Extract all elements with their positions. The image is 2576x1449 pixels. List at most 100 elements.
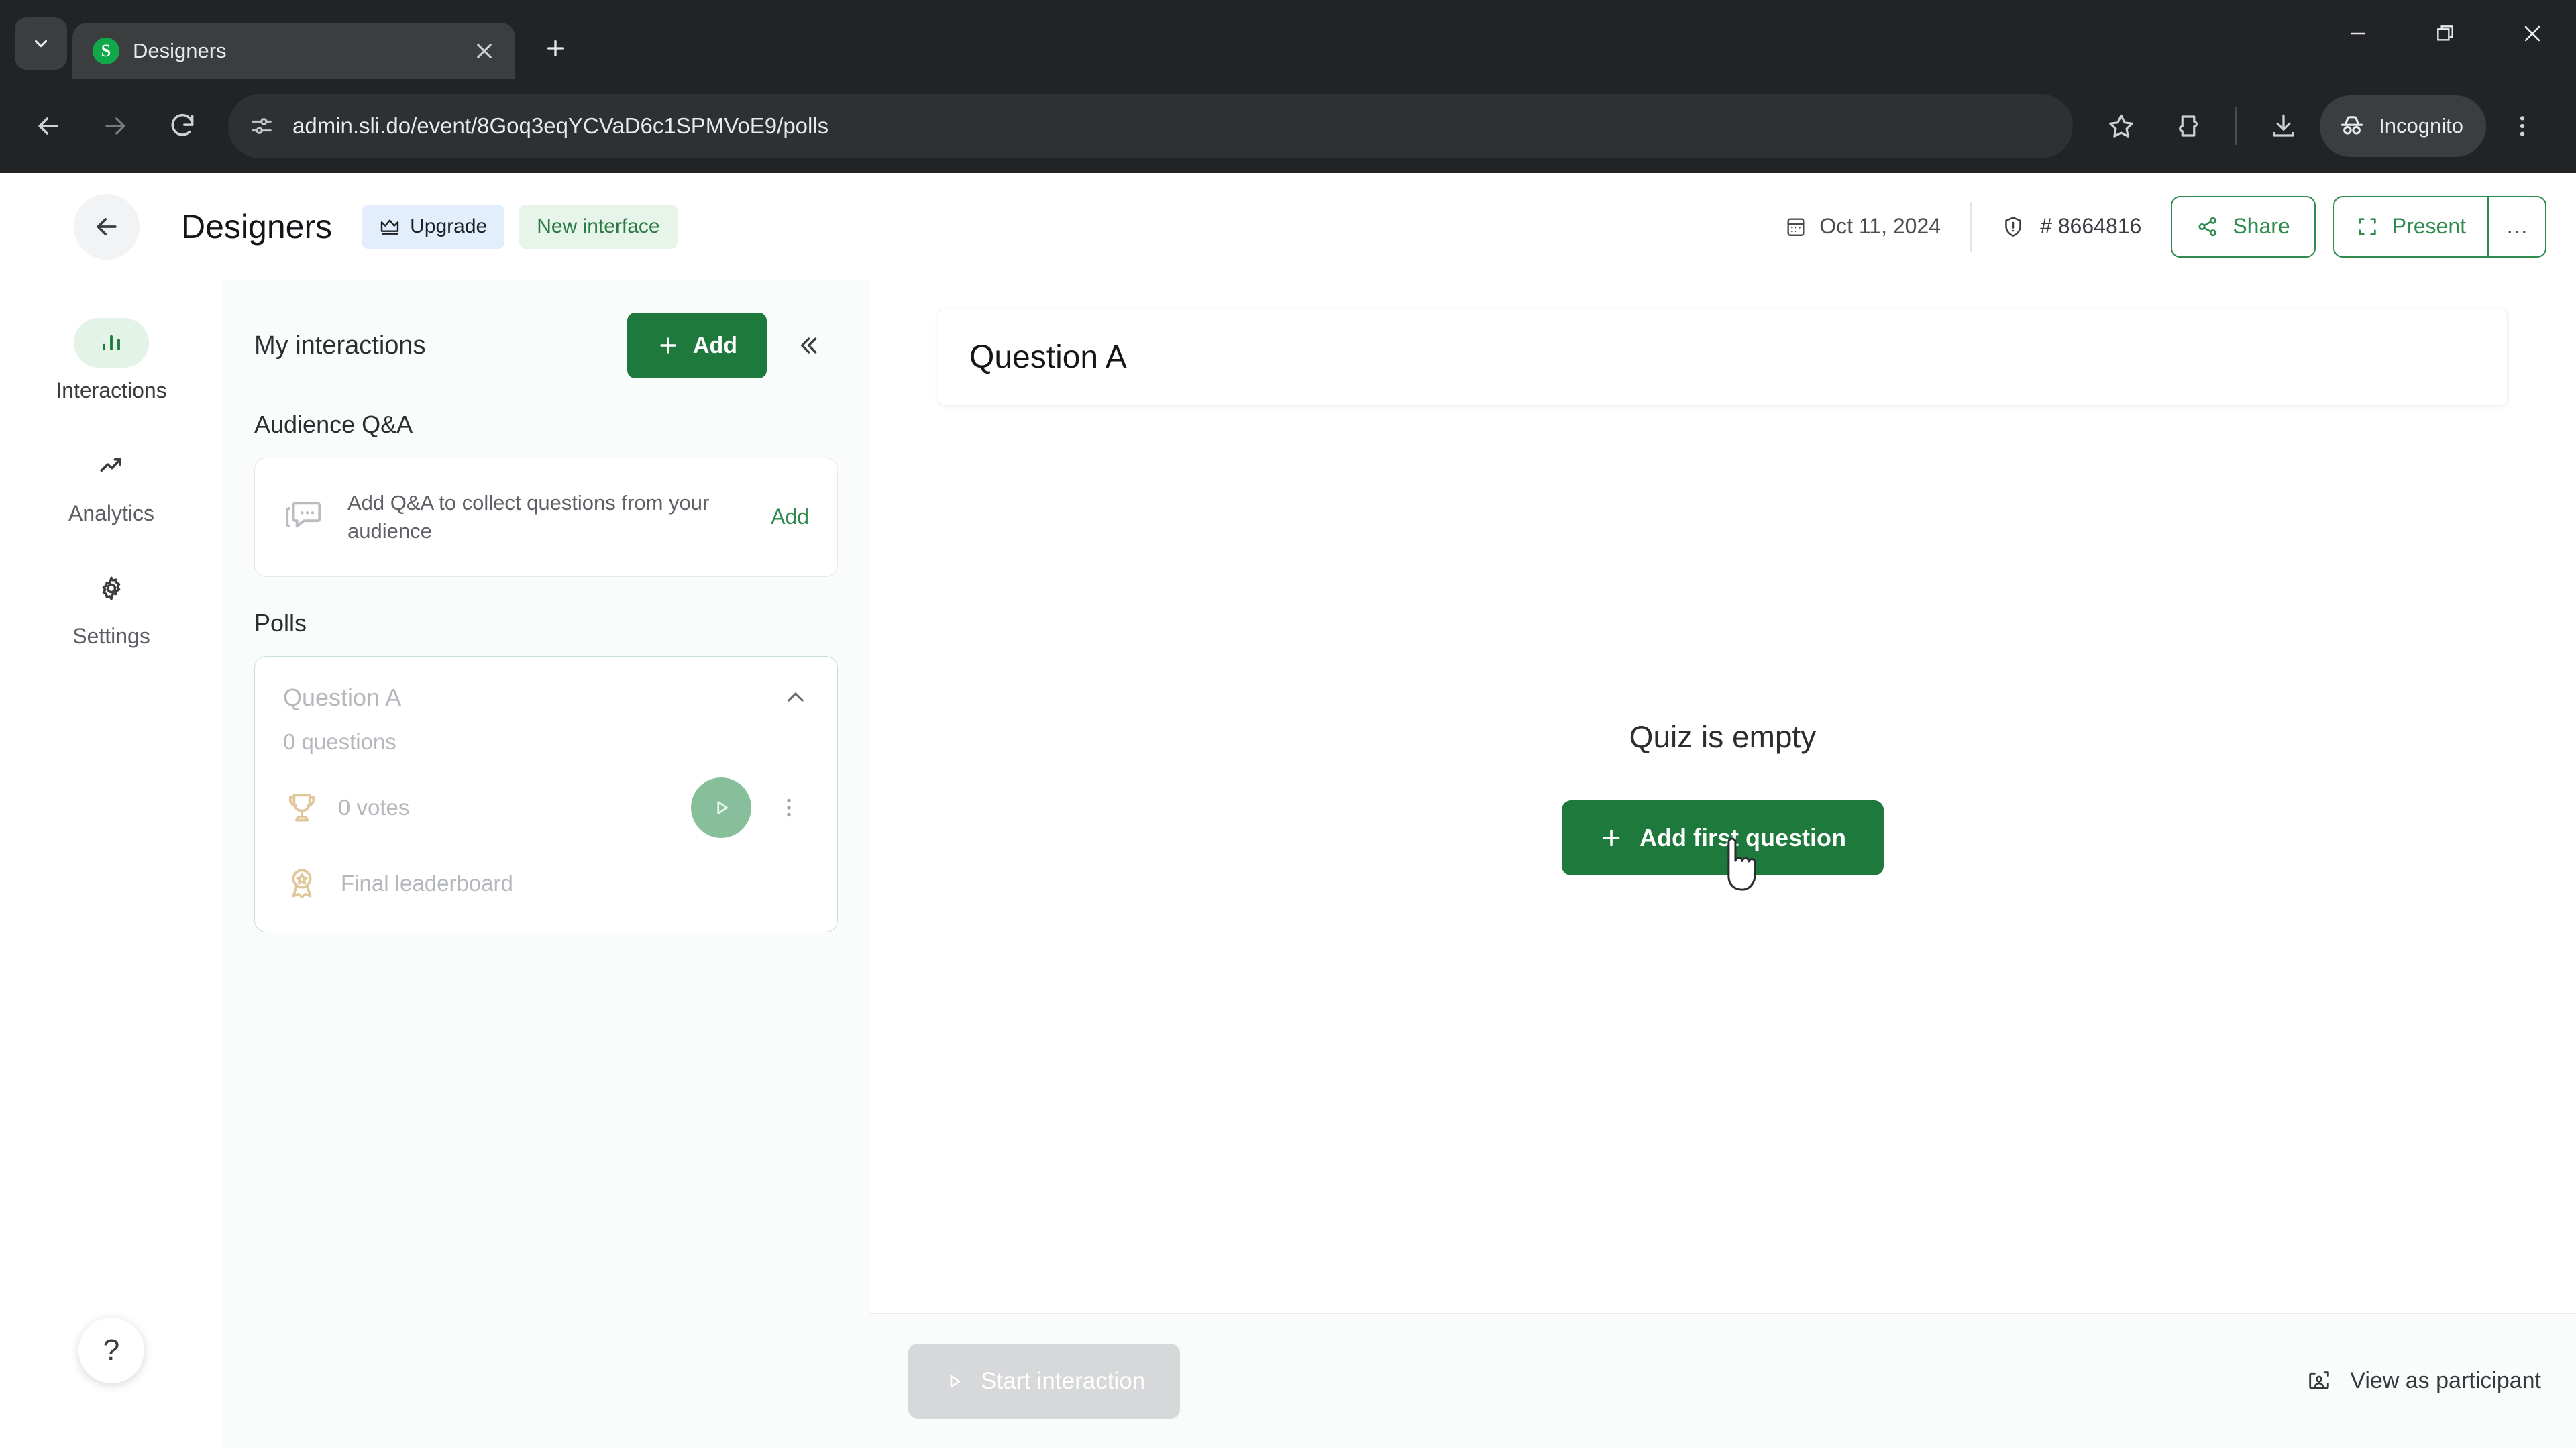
browser-chrome: S Designers admin.sli.do/event/8Goq3eqYC…: [0, 0, 2576, 173]
sidebar-item-label: Settings: [72, 624, 150, 648]
forward-arrow-icon[interactable]: [85, 95, 146, 157]
window-close-icon[interactable]: [2489, 0, 2576, 67]
chevron-up-icon[interactable]: [782, 684, 809, 710]
audience-qa-description: Add Q&A to collect questions from your a…: [347, 491, 710, 543]
left-nav-rail: Interactions Analytics Settings ?: [0, 280, 223, 1448]
sidebar-item-interactions[interactable]: Interactions: [0, 318, 223, 403]
event-code[interactable]: # 8664816: [2001, 214, 2141, 239]
award-medal-icon: [283, 865, 321, 902]
sidebar-item-label: Analytics: [68, 501, 155, 525]
view-as-participant-label: View as participant: [2350, 1368, 2541, 1393]
close-icon[interactable]: [468, 35, 500, 67]
app-header: Designers Upgrade New interface Oct 11, …: [0, 173, 2576, 280]
extensions-icon[interactable]: [2157, 95, 2219, 157]
gear-icon: [74, 564, 149, 613]
browser-toolbar: admin.sli.do/event/8Goq3eqYCVaD6c1SPMVoE…: [0, 79, 2576, 173]
add-interaction-button[interactable]: Add: [627, 313, 767, 378]
event-code-label: # 8664816: [2040, 214, 2142, 238]
add-label: Add: [692, 332, 737, 358]
poll-card-header: Question A: [283, 684, 809, 712]
poll-question-count: 0 questions: [283, 729, 396, 754]
event-date-label: Oct 11, 2024: [1819, 214, 1941, 238]
crown-icon: [379, 216, 400, 237]
reload-icon[interactable]: [152, 95, 213, 157]
chat-bubbles-icon: [283, 496, 325, 538]
browser-tab[interactable]: S Designers: [72, 23, 515, 79]
add-first-question-label: Add first question: [1640, 824, 1846, 851]
header-divider: [1970, 201, 1972, 252]
url-text: admin.sli.do/event/8Goq3eqYCVaD6c1SPMVoE…: [292, 113, 829, 138]
interactions-panel: My interactions Add Audience Q&A Add Q&A…: [223, 280, 869, 1448]
info-shield-icon: [2001, 215, 2025, 239]
section-label-audience-qa: Audience Q&A: [254, 411, 413, 438]
tab-strip: S Designers: [0, 0, 2576, 79]
calendar-icon: [1784, 215, 1807, 238]
audience-qa-add-button[interactable]: Add: [771, 504, 809, 529]
participant-view-icon: [2306, 1368, 2332, 1395]
help-button[interactable]: ?: [78, 1318, 144, 1383]
back-arrow-icon[interactable]: [17, 95, 79, 157]
question-title-card[interactable]: Question A: [938, 309, 2508, 406]
audience-qa-card[interactable]: Add Q&A to collect questions from your a…: [254, 458, 838, 577]
maximize-icon[interactable]: [2402, 0, 2489, 67]
section-label-polls: Polls: [254, 608, 307, 637]
poll-play-button[interactable]: [691, 777, 751, 838]
tab-search-button[interactable]: [15, 17, 67, 70]
new-tab-icon[interactable]: [531, 24, 580, 72]
address-bar[interactable]: admin.sli.do/event/8Goq3eqYCVaD6c1SPMVoE…: [228, 94, 2074, 158]
tab-favicon-slido: S: [93, 38, 119, 64]
poll-more-options-icon[interactable]: [769, 796, 809, 820]
sidebar-item-analytics[interactable]: Analytics: [0, 441, 223, 526]
poll-votes-row: 0 votes: [283, 777, 809, 838]
upgrade-button[interactable]: Upgrade: [362, 204, 505, 249]
main-footer-bar: Start interaction View as participant: [869, 1313, 2576, 1448]
present-button[interactable]: Present: [2334, 197, 2487, 256]
fullscreen-icon: [2356, 215, 2379, 238]
page-title: Designers: [181, 207, 333, 246]
incognito-icon: [2337, 111, 2367, 141]
minimize-icon[interactable]: [2314, 0, 2402, 67]
poll-leaderboard-row[interactable]: Final leaderboard: [283, 865, 809, 902]
poll-name: Question A: [283, 683, 402, 711]
sidebar-item-label: Interactions: [56, 378, 167, 402]
present-label: Present: [2392, 214, 2466, 238]
sidebar-item-settings[interactable]: Settings: [0, 564, 223, 649]
question-title: Question A: [969, 339, 1127, 375]
view-as-participant-button[interactable]: View as participant: [2306, 1368, 2541, 1395]
main-content: Question A Quiz is empty Add first quest…: [869, 280, 2576, 1448]
collapse-panel-button[interactable]: [777, 315, 838, 376]
window-controls: [2314, 0, 2576, 67]
profile-label: Incognito: [2379, 114, 2463, 138]
star-icon[interactable]: [2090, 95, 2152, 157]
new-interface-badge[interactable]: New interface: [519, 204, 678, 249]
share-button[interactable]: Share: [2171, 195, 2316, 258]
play-icon: [943, 1371, 965, 1392]
bar-chart-icon: [74, 318, 149, 368]
profile-incognito-button[interactable]: Incognito: [2320, 95, 2486, 157]
poll-leaderboard-label: Final leaderboard: [341, 870, 513, 896]
upgrade-label: Upgrade: [410, 215, 488, 237]
empty-state: Quiz is empty Add first question: [869, 718, 2576, 891]
three-dot-menu-icon[interactable]: [2491, 95, 2553, 157]
present-more-options-button[interactable]: …: [2487, 197, 2545, 256]
trending-up-icon: [74, 441, 149, 490]
interactions-panel-title: My interactions: [254, 331, 426, 360]
poll-card[interactable]: Question A 0 questions 0 votes Final lea…: [254, 655, 838, 932]
site-settings-icon[interactable]: [248, 113, 275, 140]
download-icon[interactable]: [2253, 95, 2314, 157]
present-button-group: Present …: [2332, 195, 2546, 258]
app-body: Interactions Analytics Settings ? My int…: [0, 280, 2576, 1448]
plus-icon: [1599, 826, 1623, 850]
empty-state-title: Quiz is empty: [1629, 719, 1817, 754]
new-interface-label: New interface: [537, 215, 660, 237]
start-interaction-button[interactable]: Start interaction: [908, 1343, 1181, 1419]
interactions-panel-header: My interactions Add: [254, 313, 838, 378]
share-icon: [2196, 215, 2219, 238]
event-date[interactable]: Oct 11, 2024: [1784, 214, 1941, 239]
add-first-question-button[interactable]: Add first question: [1562, 800, 1884, 891]
quiz-editor-area: Question A Quiz is empty Add first quest…: [869, 280, 2576, 1313]
plus-icon: [657, 334, 680, 357]
back-to-events-button[interactable]: [74, 193, 140, 260]
slido-admin-app: Designers Upgrade New interface Oct 11, …: [0, 173, 2576, 1448]
poll-vote-count: 0 votes: [338, 794, 410, 820]
